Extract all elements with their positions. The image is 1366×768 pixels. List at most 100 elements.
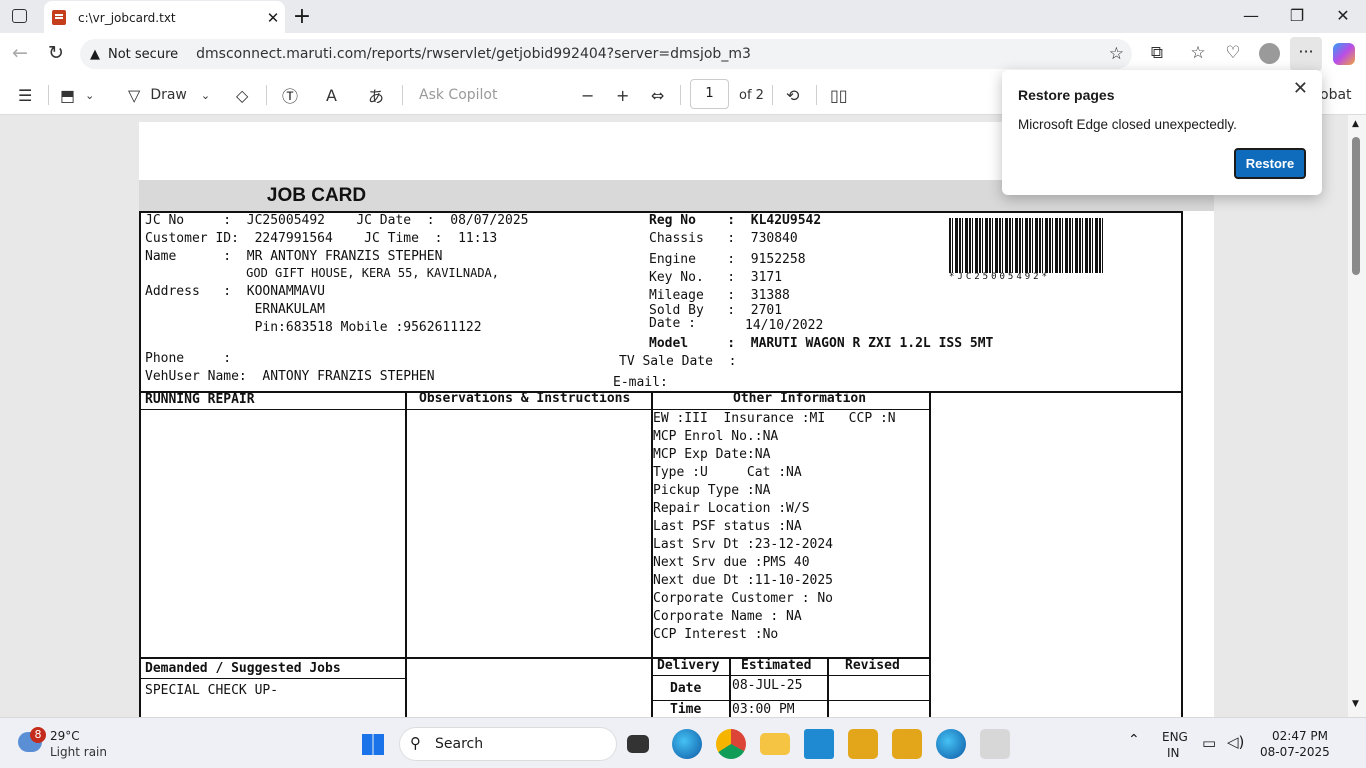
- refresh-button[interactable]: ↻: [42, 42, 70, 64]
- acrobat-label[interactable]: obat: [1320, 84, 1352, 106]
- restore-pages-popup: Restore pages Microsoft Edge closed unex…: [1002, 70, 1322, 195]
- clock-date[interactable]: 08-07-2025: [1260, 745, 1330, 759]
- start-button[interactable]: [362, 733, 384, 755]
- revised-header: Revised: [845, 658, 900, 673]
- java-icon[interactable]: [980, 729, 1010, 759]
- draw-label: Draw: [150, 87, 187, 103]
- search-label: Search: [435, 736, 484, 752]
- restore-button[interactable]: ❐: [1282, 6, 1312, 25]
- ask-copilot-button[interactable]: Ask Copilot: [419, 84, 498, 106]
- back-button[interactable]: ←: [6, 42, 34, 64]
- clock-time[interactable]: 02:47 PM: [1272, 729, 1328, 743]
- language-in[interactable]: IN: [1167, 746, 1180, 760]
- other-info-line: Next Srv due :PMS 40: [653, 555, 810, 570]
- weather-temp[interactable]: 29°C: [50, 729, 80, 743]
- read-aloud-icon[interactable]: A: [326, 84, 337, 106]
- tab-actions-icon[interactable]: [12, 9, 27, 23]
- close-window-button[interactable]: ✕: [1328, 6, 1358, 25]
- taskbar: 8 29°C Light rain ⚲ Search ⌃ ENG IN ▭ ◁)…: [0, 717, 1366, 768]
- restore-button-popup[interactable]: Restore: [1234, 148, 1306, 179]
- jc-line-4: GOD GIFT HOUSE, KERA 55, KAVILNADA,: [145, 266, 500, 280]
- edge-taskbar-icon[interactable]: [672, 729, 702, 759]
- rotate-icon[interactable]: ⟲: [786, 84, 799, 106]
- email: E-mail:: [613, 375, 668, 390]
- volume-icon[interactable]: ◁): [1227, 733, 1244, 751]
- weather-badge: 8: [30, 727, 46, 743]
- more-menu-button[interactable]: ···: [1290, 37, 1322, 71]
- translate-icon[interactable]: あ: [368, 84, 384, 106]
- copilot-icon[interactable]: [1333, 43, 1355, 65]
- close-tab-icon[interactable]: ✕: [261, 9, 285, 27]
- new-tab-button[interactable]: +: [290, 4, 314, 29]
- other-info-line: MCP Exp Date:NA: [653, 447, 771, 462]
- language-eng[interactable]: ENG: [1162, 730, 1188, 744]
- date-value: 08-JUL-25: [732, 678, 803, 693]
- other-info-line: Corporate Customer : No: [653, 591, 834, 606]
- vertical-scrollbar[interactable]: ▲ ▼: [1348, 115, 1366, 717]
- favorites-icon[interactable]: ☆: [1184, 43, 1212, 63]
- draw-button[interactable]: ▽ Draw ⌄: [128, 84, 210, 106]
- highlight-icon[interactable]: ⬒ ⌄: [60, 84, 94, 106]
- jc-line-5: Address : KOONAMMAVU: [145, 284, 326, 299]
- security-label[interactable]: Not secure: [108, 47, 178, 62]
- browser-tab[interactable]: c:\vr_jobcard.txt ✕: [44, 1, 285, 34]
- pdf-page: JOB CARD JC No : JC25005492 JC Date : 08…: [139, 122, 1214, 717]
- jc-line-9: VehUser Name: ANTONY FRANZIS STEPHEN: [145, 369, 435, 384]
- search-icon: ⚲: [410, 734, 421, 752]
- file-explorer-icon[interactable]: [760, 733, 790, 755]
- chassis: Chassis : 730840: [649, 231, 798, 246]
- favorite-star-icon[interactable]: ☆: [1109, 44, 1124, 64]
- url-field[interactable]: ▲ Not secure dmsconnect.maruti.com/repor…: [80, 39, 1132, 69]
- barcode-text: *JC25005492*: [949, 272, 1051, 282]
- other-info-line: Last PSF status :NA: [653, 519, 802, 534]
- date-label: Date: [670, 681, 702, 696]
- model: Model : MARUTI WAGON R ZXI 1.2L ISS 5MT: [649, 336, 994, 351]
- minimize-button[interactable]: —: [1236, 6, 1266, 25]
- profile-avatar[interactable]: [1259, 43, 1280, 64]
- other-info-line: MCP Enrol No.:NA: [653, 429, 779, 444]
- demanded-jobs-header: Demanded / Suggested Jobs: [145, 661, 341, 676]
- other-info-line: Repair Location :W/S: [653, 501, 810, 516]
- zoom-in-button[interactable]: +: [616, 84, 629, 106]
- other-info-header: Other Information: [733, 391, 867, 406]
- tray-chevron-icon[interactable]: ⌃: [1128, 732, 1140, 748]
- other-info-line: CCP Interest :No: [653, 627, 779, 642]
- jc-line-8: Phone :: [145, 351, 232, 366]
- url-text[interactable]: dmsconnect.maruti.com/reports/rwservlet/…: [196, 46, 751, 62]
- demanded-job-1: SPECIAL CHECK UP-: [145, 683, 279, 698]
- text-icon[interactable]: Ⓣ: [282, 84, 298, 106]
- pdf-viewer[interactable]: JOB CARD JC No : JC25005492 JC Date : 08…: [0, 115, 1348, 717]
- chrome-taskbar-icon[interactable]: [716, 729, 746, 759]
- page-number-input[interactable]: 1: [690, 79, 729, 109]
- sale-date-value: 14/10/2022: [745, 318, 824, 333]
- task-view-icon[interactable]: [627, 735, 649, 753]
- page-total: of 2: [739, 87, 764, 103]
- search-box[interactable]: ⚲ Search: [399, 727, 617, 761]
- app-icon-1[interactable]: [848, 729, 878, 759]
- fit-width-icon[interactable]: ⇔: [651, 84, 664, 106]
- extensions-icon[interactable]: ⧉: [1143, 43, 1171, 63]
- other-info-line: Next due Dt :11-10-2025: [653, 573, 834, 588]
- popup-title: Restore pages: [1018, 87, 1115, 103]
- other-info-line: EW :III Insurance :MI CCP :N: [653, 411, 896, 426]
- close-popup-icon[interactable]: ✕: [1293, 78, 1308, 99]
- vscode-icon[interactable]: [804, 729, 834, 759]
- engine: Engine : 9152258: [649, 252, 806, 267]
- app-icon-2[interactable]: [892, 729, 922, 759]
- other-info-line: Type :U Cat :NA: [653, 465, 802, 480]
- scrollbar-thumb[interactable]: [1352, 137, 1360, 275]
- estimated-header: Estimated: [741, 658, 812, 673]
- jc-line-3: Name : MR ANTONY FRANZIS STEPHEN: [145, 249, 443, 264]
- zoom-out-button[interactable]: −: [581, 84, 594, 106]
- edge-taskbar-icon-2[interactable]: [936, 729, 966, 759]
- page-view-icon[interactable]: ▯▯: [830, 84, 848, 106]
- eraser-icon[interactable]: ◇: [236, 84, 248, 106]
- browser-essentials-icon[interactable]: ♡: [1219, 43, 1247, 63]
- key-no: Key No. : 3171: [649, 270, 783, 285]
- observations-header: Observations & Instructions: [419, 391, 631, 406]
- contents-icon[interactable]: ☰: [18, 84, 32, 106]
- delivery-header: Delivery: [657, 658, 720, 673]
- warning-icon[interactable]: ▲: [90, 47, 100, 62]
- weather-desc[interactable]: Light rain: [50, 745, 107, 759]
- network-icon[interactable]: ▭: [1202, 734, 1216, 752]
